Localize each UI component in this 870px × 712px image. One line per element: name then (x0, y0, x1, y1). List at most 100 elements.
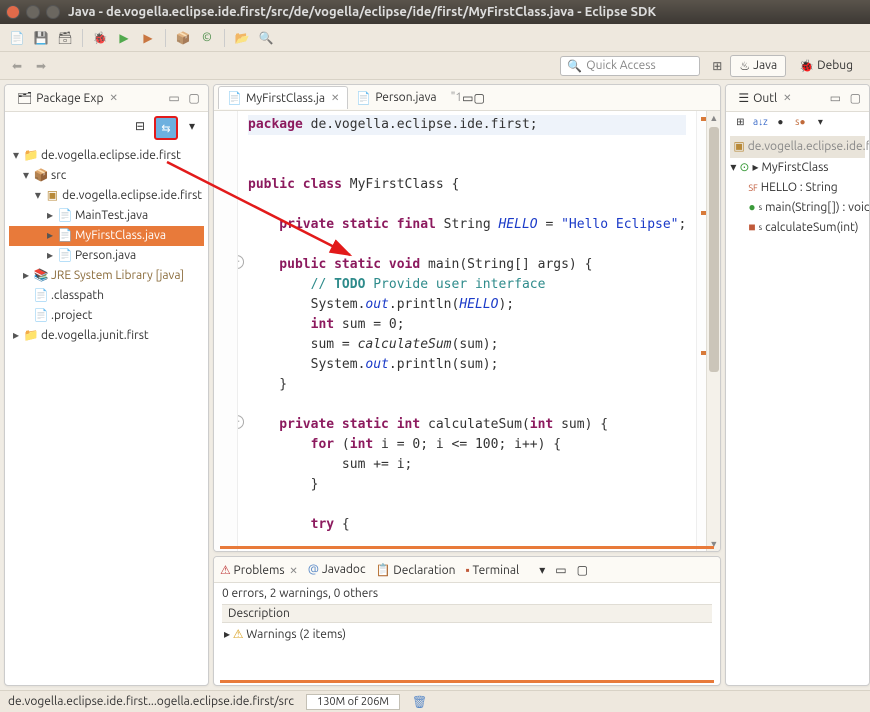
java-file-icon: 📄 (356, 91, 371, 105)
maximize-view-icon[interactable]: ▢ (847, 90, 863, 106)
tree-src-folder[interactable]: ▾📦src (9, 166, 204, 186)
tree-package[interactable]: ▾▣de.vogella.eclipse.ide.first (9, 186, 204, 206)
minimize-view-icon[interactable]: ▭ (555, 563, 566, 577)
java-icon: ♨ (739, 59, 750, 73)
private-method-icon: ■ (748, 218, 755, 238)
java-perspective-button[interactable]: ♨ Java (730, 55, 786, 77)
tree-jre-library[interactable]: ▸📚JRE System Library [java] (9, 266, 204, 286)
tree-file-person[interactable]: ▸📄Person.java (9, 246, 204, 266)
focus-icon[interactable]: ⊞ (732, 116, 748, 128)
debug-perspective-button[interactable]: 🐞 Debug (790, 55, 862, 77)
problems-body[interactable]: 0 errors, 2 warnings, 0 others Descripti… (214, 583, 720, 685)
more-tabs-indicator[interactable]: "1 (451, 91, 463, 104)
search-icon[interactable]: 🔍 (257, 29, 275, 47)
problems-tab[interactable]: ⚠ Problems ✕ (220, 563, 298, 577)
package-explorer-header: 🗂 Package Exp ✕ ▭ ▢ (5, 85, 208, 112)
editor-tab-label: MyFirstClass.ja (246, 92, 325, 105)
perspective-toolbar: ⬅ ➡ 🔍 Quick Access ⊞ ♨ Java 🐞 Debug (0, 52, 870, 80)
run-icon[interactable]: ▶ (115, 29, 133, 47)
scrollbar-thumb[interactable] (709, 127, 719, 372)
main-toolbar: 📄 💾 🗃 🐞 ▶ ▶ 📦 © 📂 🔍 (0, 24, 870, 52)
save-all-icon[interactable]: 🗃 (56, 29, 74, 47)
open-perspective-icon[interactable]: ⊞ (708, 57, 726, 75)
view-menu-icon[interactable]: ▾ (539, 563, 545, 577)
tree-project-file[interactable]: 📄.project (9, 306, 204, 326)
editor-tab-myfirstclass[interactable]: 📄 MyFirstClass.ja ✕ (218, 86, 348, 109)
collapse-all-icon[interactable]: ⊟ (130, 116, 150, 136)
terminal-tab[interactable]: ▪ Terminal (465, 563, 519, 577)
close-icon[interactable]: ✕ (783, 92, 791, 104)
code-area[interactable]: package de.vogella.eclipse.ide.first; pu… (238, 111, 696, 551)
maximize-view-icon[interactable]: ▢ (577, 563, 588, 577)
editor-tab-person[interactable]: 📄 Person.java (348, 87, 444, 109)
tree-file-myfirstclass[interactable]: ▸📄MyFirstClass.java (9, 226, 204, 246)
quick-access-input[interactable]: 🔍 Quick Access (560, 56, 700, 76)
tree-project-2[interactable]: ▸📁de.vogella.junit.first (9, 326, 204, 346)
hide-static-icon[interactable]: s● (792, 116, 808, 128)
outline-tab[interactable]: ☰ Outl ✕ (732, 89, 797, 107)
tree-file-maintest[interactable]: ▸📄MainTest.java (9, 206, 204, 226)
editor-body[interactable]: package de.vogella.eclipse.ide.first; pu… (214, 111, 720, 551)
tree-classpath-file[interactable]: 📄.classpath (9, 286, 204, 306)
close-icon[interactable]: ✕ (289, 565, 297, 576)
maximize-view-icon[interactable]: ▢ (474, 91, 485, 105)
open-type-icon[interactable]: 📂 (233, 29, 251, 47)
forward-icon[interactable]: ➡ (32, 57, 50, 75)
new-icon[interactable]: 📄 (8, 29, 26, 47)
memory-monitor[interactable]: 130M of 206M (306, 694, 400, 710)
gc-icon[interactable]: 🗑 (412, 695, 427, 709)
outline-field-hello[interactable]: SF HELLO : String (730, 178, 865, 198)
vertical-scrollbar[interactable]: ▲ ▼ (706, 111, 720, 551)
editor-gutter[interactable] (214, 111, 238, 551)
fold-icon[interactable]: − (238, 415, 244, 429)
package-icon: ▣ (733, 137, 744, 157)
new-package-icon[interactable]: 📦 (174, 29, 192, 47)
view-menu-icon[interactable]: ▾ (812, 116, 828, 128)
fold-icon[interactable]: − (238, 255, 244, 269)
overview-ruler[interactable] (696, 111, 706, 551)
warning-icon: ⚠ (233, 628, 244, 641)
java-perspective-label: Java (753, 59, 777, 72)
javadoc-tab[interactable]: @ Javadoc (308, 563, 366, 576)
outline-panel: ☰ Outl ✕ ▭ ▢ ⊞ a↓z ● s● ▾ ▣ de.vogella.e… (725, 84, 870, 686)
sort-icon[interactable]: a↓z (752, 116, 768, 128)
minimize-window-icon[interactable] (26, 5, 40, 19)
maximize-window-icon[interactable] (46, 5, 60, 19)
outline-method-calc[interactable]: ■s calculateSum(int) (730, 218, 865, 238)
outline-package[interactable]: ▣ de.vogella.eclipse.ide.first (730, 136, 865, 158)
minimize-view-icon[interactable]: ▭ (166, 90, 182, 106)
hide-fields-icon[interactable]: ● (772, 116, 788, 128)
view-menu-icon[interactable]: ▾ (182, 116, 202, 136)
minimize-view-icon[interactable]: ▭ (462, 91, 473, 105)
problems-icon: ⚠ (220, 564, 231, 577)
window-titlebar: Java - de.vogella.eclipse.ide.first/src/… (0, 0, 870, 24)
package-explorer-tab[interactable]: 🗂 Package Exp ✕ (11, 89, 124, 107)
close-icon[interactable]: ✕ (331, 92, 339, 104)
problems-panel: ⚠ Problems ✕ @ Javadoc 📋 Declaration ▪ T… (213, 556, 721, 686)
outline-tree[interactable]: ▣ de.vogella.eclipse.ide.first ▾⊙ ▸MyFir… (726, 132, 869, 242)
run-ext-icon[interactable]: ▶ (139, 29, 157, 47)
close-icon[interactable]: ✕ (109, 92, 117, 104)
save-icon[interactable]: 💾 (32, 29, 50, 47)
back-icon[interactable]: ⬅ (8, 57, 26, 75)
new-class-icon[interactable]: © (198, 29, 216, 47)
link-with-editor-button[interactable]: ⇆ (154, 116, 178, 140)
tree-project[interactable]: ▾📁de.vogella.eclipse.ide.first (9, 146, 204, 166)
scroll-up-icon[interactable]: ▲ (709, 111, 718, 125)
close-window-icon[interactable] (6, 5, 20, 19)
declaration-tab[interactable]: 📋 Declaration (376, 563, 456, 577)
outline-method-main[interactable]: ●s main(String[]) : void (730, 198, 865, 218)
outline-class[interactable]: ▾⊙ ▸MyFirstClass (730, 158, 865, 178)
problems-summary: 0 errors, 2 warnings, 0 others (222, 587, 712, 600)
link-editor-icon: ⇆ (161, 122, 170, 135)
debug-icon[interactable]: 🐞 (91, 29, 109, 47)
status-bar: de.vogella.eclipse.ide.first...ogella.ec… (0, 690, 870, 712)
package-explorer-icon: 🗂 (17, 91, 32, 105)
problems-warnings-row[interactable]: ▸ ⚠ Warnings (2 items) (222, 623, 712, 645)
maximize-view-icon[interactable]: ▢ (186, 90, 202, 106)
minimize-view-icon[interactable]: ▭ (827, 90, 843, 106)
problems-column-description[interactable]: Description (222, 604, 712, 623)
package-explorer-tree[interactable]: ▾📁de.vogella.eclipse.ide.first ▾📦src ▾▣d… (5, 144, 208, 685)
window-title: Java - de.vogella.eclipse.ide.first/src/… (68, 5, 656, 19)
editor-tab-label: Person.java (375, 91, 436, 104)
